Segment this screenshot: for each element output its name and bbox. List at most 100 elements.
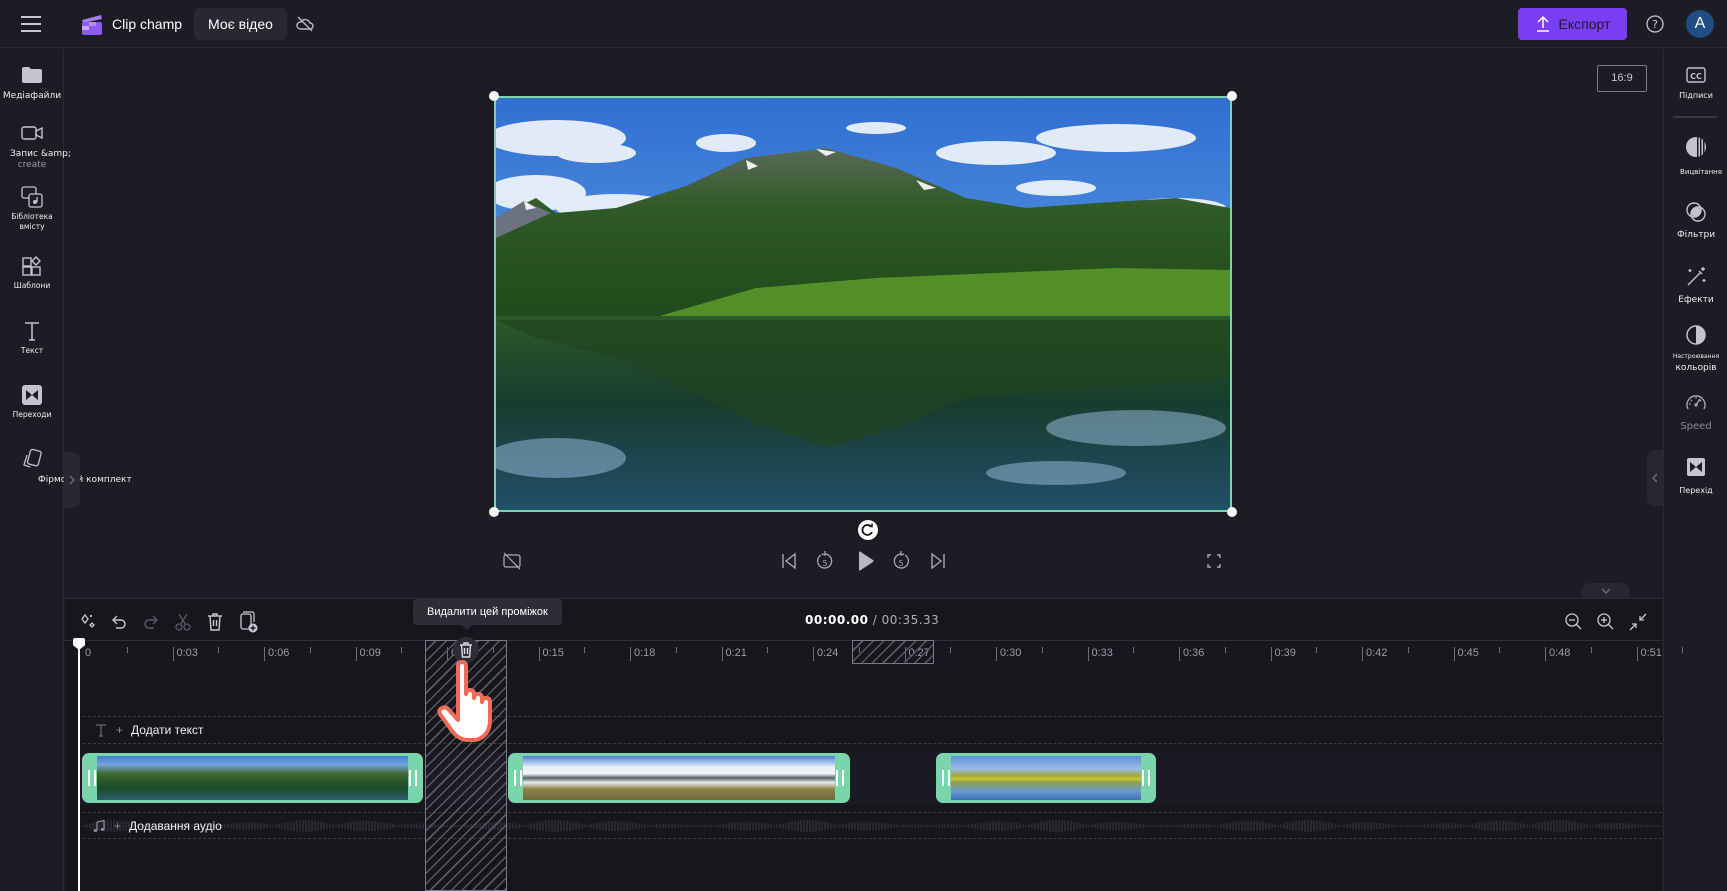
text-icon [20, 319, 44, 343]
cloud-off-icon[interactable] [295, 14, 315, 34]
sidebar-item-transitions[interactable]: Переходи [0, 383, 64, 420]
play-icon[interactable] [852, 548, 878, 574]
plus-icon: + [116, 723, 124, 737]
ruler-label: 0:42 [1366, 647, 1388, 659]
ruler-tick-minor [1682, 647, 1684, 653]
ruler-tick-minor [309, 647, 311, 653]
forward-seconds-label: 5 [898, 559, 903, 568]
speedometer-icon [1684, 391, 1708, 415]
panel-item-fade[interactable]: Вицвітання [1664, 135, 1727, 178]
hide-preview-icon[interactable] [500, 549, 524, 573]
trim-handle-left[interactable] [942, 770, 950, 786]
color-adjust-icon [1684, 323, 1708, 347]
sidebar-item-media[interactable]: Медіафайли [0, 63, 64, 102]
video-clip-3[interactable] [936, 753, 1156, 803]
sidebar-item-text[interactable]: Текст [0, 319, 64, 356]
left-sidebar: Медіафайли Запис &amp; create Бібліотека… [0, 49, 132, 891]
transition-icon [1684, 455, 1708, 479]
panel-item-filters[interactable]: Фільтри [1664, 200, 1727, 241]
redo-icon[interactable] [140, 611, 162, 633]
trim-handle-left[interactable] [88, 770, 96, 786]
plus-icon: + [114, 819, 122, 833]
ruler-tick-minor [675, 647, 677, 653]
tooltip-arrow [461, 624, 473, 630]
zoom-out-icon[interactable] [1563, 611, 1585, 633]
undo-icon[interactable] [108, 611, 130, 633]
trim-handle-right[interactable] [1142, 770, 1150, 786]
ruler-tick-major [813, 647, 814, 661]
panel-item-color-adjust[interactable]: Настроювання кольорів [1664, 323, 1727, 374]
help-icon[interactable]: ? [1645, 14, 1665, 34]
export-button[interactable]: Експорт [1518, 8, 1627, 40]
ruler-tick-minor [401, 647, 403, 653]
panel-item-sublabel: Настроювання [1672, 353, 1720, 360]
timeline-collapse-handle[interactable] [1582, 583, 1630, 599]
forward-5-icon[interactable]: 5 [889, 549, 913, 573]
resize-handle-bottom-left[interactable] [489, 507, 499, 517]
video-clip-2[interactable] [508, 753, 850, 803]
panel-item-captions[interactable]: CC Підписи [1664, 63, 1727, 101]
ruler-label: 0:45 [1457, 647, 1479, 659]
left-panel-collapse-handle[interactable] [64, 452, 80, 508]
menu-icon[interactable] [18, 12, 44, 36]
sidebar-item-brand-kit[interactable]: Фірмовий комплект [0, 447, 132, 486]
brand-kit-icon [20, 447, 44, 471]
ruler-label: 0 [85, 647, 92, 659]
trim-handle-left[interactable] [514, 770, 522, 786]
effects-wand-icon [1684, 265, 1708, 289]
add-text-track[interactable]: + Додати текст [94, 723, 204, 737]
video-clip-1[interactable] [82, 753, 423, 803]
resize-handle-top-left[interactable] [489, 91, 499, 101]
skip-back-icon[interactable] [777, 549, 801, 573]
add-text-label: Додати текст [131, 723, 204, 737]
rotate-icon[interactable] [858, 520, 878, 540]
resize-handle-top-right[interactable] [1227, 91, 1237, 101]
fit-timeline-icon[interactable] [1627, 611, 1649, 633]
my-videos-button[interactable]: Моє відео [194, 8, 287, 40]
panel-item-effects[interactable]: Ефекти [1664, 265, 1727, 306]
sidebar-item-record[interactable]: Запис &amp; create [0, 121, 71, 170]
avatar[interactable]: A [1686, 10, 1714, 38]
current-time: 00:00.00 [805, 613, 869, 627]
zoom-in-icon[interactable] [1595, 611, 1617, 633]
track-divider [83, 743, 1662, 744]
video-camera-icon [20, 121, 44, 145]
magic-icon[interactable] [77, 611, 99, 633]
aspect-ratio-button[interactable]: 16:9 [1597, 65, 1647, 92]
resize-handle-bottom-right[interactable] [1227, 507, 1237, 517]
panel-item-label: Перехід [1679, 486, 1713, 495]
add-audio-track[interactable]: + Додавання аудіо [92, 819, 222, 833]
add-media-icon[interactable] [237, 611, 259, 633]
rewind-5-icon[interactable]: 5 [813, 549, 837, 573]
ruler-tick-major [1453, 647, 1455, 661]
sidebar-item-content-library[interactable]: Бібліотека вмісту [0, 185, 64, 232]
skip-forward-icon[interactable] [926, 549, 950, 573]
clip-thumbnails [523, 756, 835, 800]
split-icon[interactable] [172, 611, 194, 633]
ruler-label: 0:39 [1274, 647, 1296, 659]
panel-item-speed[interactable]: Speed [1664, 391, 1727, 432]
ruler-tick-minor [1133, 647, 1135, 653]
video-preview[interactable] [494, 96, 1232, 512]
panel-item-label: Підписи [1679, 91, 1713, 100]
content-library-icon [20, 185, 44, 209]
ruler-tick-major [1636, 647, 1638, 661]
add-audio-label: Додавання аудіо [129, 819, 222, 833]
timeline-gap[interactable] [852, 640, 934, 664]
ruler-tick-minor [1316, 647, 1318, 653]
sidebar-item-label: Фірмовий комплект [38, 475, 132, 485]
right-panel-collapse-handle[interactable] [1647, 450, 1663, 506]
trim-handle-right[interactable] [836, 770, 844, 786]
sidebar-item-label: Медіафайли [2, 91, 62, 101]
panel-item-transition[interactable]: Перехід [1664, 455, 1727, 496]
playhead[interactable] [78, 642, 80, 891]
ruler-label: 0:33 [1091, 647, 1113, 659]
delete-icon[interactable] [204, 611, 226, 633]
trim-handle-right[interactable] [409, 770, 417, 786]
sidebar-item-templates[interactable]: Шаблони [0, 254, 64, 291]
panel-item-label: Фільтри [1676, 230, 1716, 240]
panel-item-label: Ефекти [1678, 295, 1714, 305]
ruler-tick-minor [950, 647, 952, 653]
fullscreen-icon[interactable] [1202, 549, 1226, 573]
svg-text:CC: CC [1690, 72, 1702, 81]
